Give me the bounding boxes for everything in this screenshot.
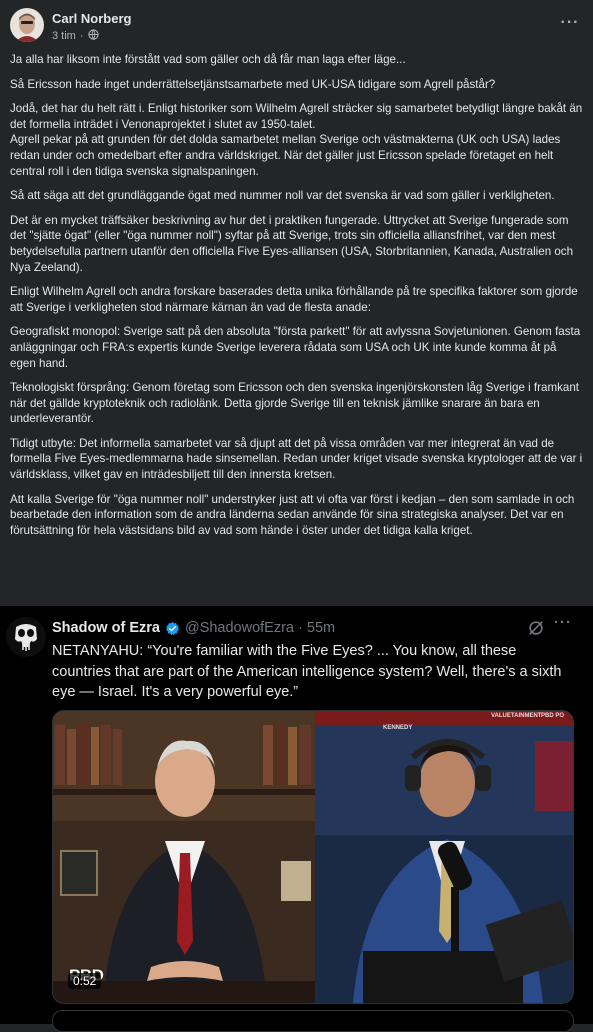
post-paragraph: Tidigt utbyte: Det informella samarbetet… xyxy=(10,436,583,482)
quoted-content-edge xyxy=(52,1010,574,1032)
facebook-post: Carl Norberg 3 tim · ··· Ja alla har lik… xyxy=(0,0,593,606)
video-duration: 0:52 xyxy=(68,973,102,989)
author-avatar[interactable] xyxy=(10,8,44,42)
banner-text-3: PBD PO xyxy=(541,713,565,719)
tweet-header: Shadow of Ezra @ShadowofEzra · 55m xyxy=(52,617,335,639)
video-frame xyxy=(53,711,573,1003)
post-paragraph: Teknologiskt försprång: Genom företag so… xyxy=(10,381,580,426)
post-paragraph: Ja alla har liksom inte förstått vad som… xyxy=(10,53,406,66)
tweet-more-icon[interactable]: ··· xyxy=(554,614,572,631)
globe-icon xyxy=(87,29,99,43)
banner-text: VALUETAINMENT xyxy=(491,713,542,719)
tweet-text: NETANYAHU: “You're familiar with the Fiv… xyxy=(52,643,562,700)
post-paragraph: Det är en mycket träffsäker beskrivning … xyxy=(10,213,574,274)
tweet-author-avatar[interactable] xyxy=(6,617,46,657)
separator-dot: · xyxy=(79,30,84,42)
tweet-video[interactable]: PBD 0:52 VALUETAINMENT KENNEDY PBD PO xyxy=(52,710,574,1004)
tweet-handle-time[interactable]: @ShadowofEzra · 55m xyxy=(185,620,335,636)
post-paragraph: Att kalla Sverige för "öga nummer noll" … xyxy=(10,492,575,537)
post-paragraph: Enligt Wilhelm Agrell och andra forskare… xyxy=(10,285,578,314)
post-time[interactable]: 3 tim xyxy=(52,30,76,42)
post-paragraph: Så att säga att det grundläggande ögat m… xyxy=(10,189,555,203)
post-paragraph: Jodå, det har du helt rätt i. Enligt his… xyxy=(10,102,583,178)
grok-icon[interactable] xyxy=(527,619,545,637)
post-meta: 3 tim · xyxy=(52,29,99,43)
author-name[interactable]: Carl Norberg xyxy=(52,11,131,26)
more-options-icon[interactable]: ··· xyxy=(556,10,584,38)
tweet-author-name[interactable]: Shadow of Ezra xyxy=(52,620,160,636)
post-paragraph: Geografiskt monopol: Sverige satt på den… xyxy=(10,325,581,370)
verified-badge-icon xyxy=(166,621,179,635)
post-body: Ja alla har liksom inte förstått vad som… xyxy=(10,52,585,547)
banner-text-2: KENNEDY xyxy=(383,725,413,731)
post-paragraph: Så Ericsson hade inget underrättelsetjän… xyxy=(10,77,496,91)
